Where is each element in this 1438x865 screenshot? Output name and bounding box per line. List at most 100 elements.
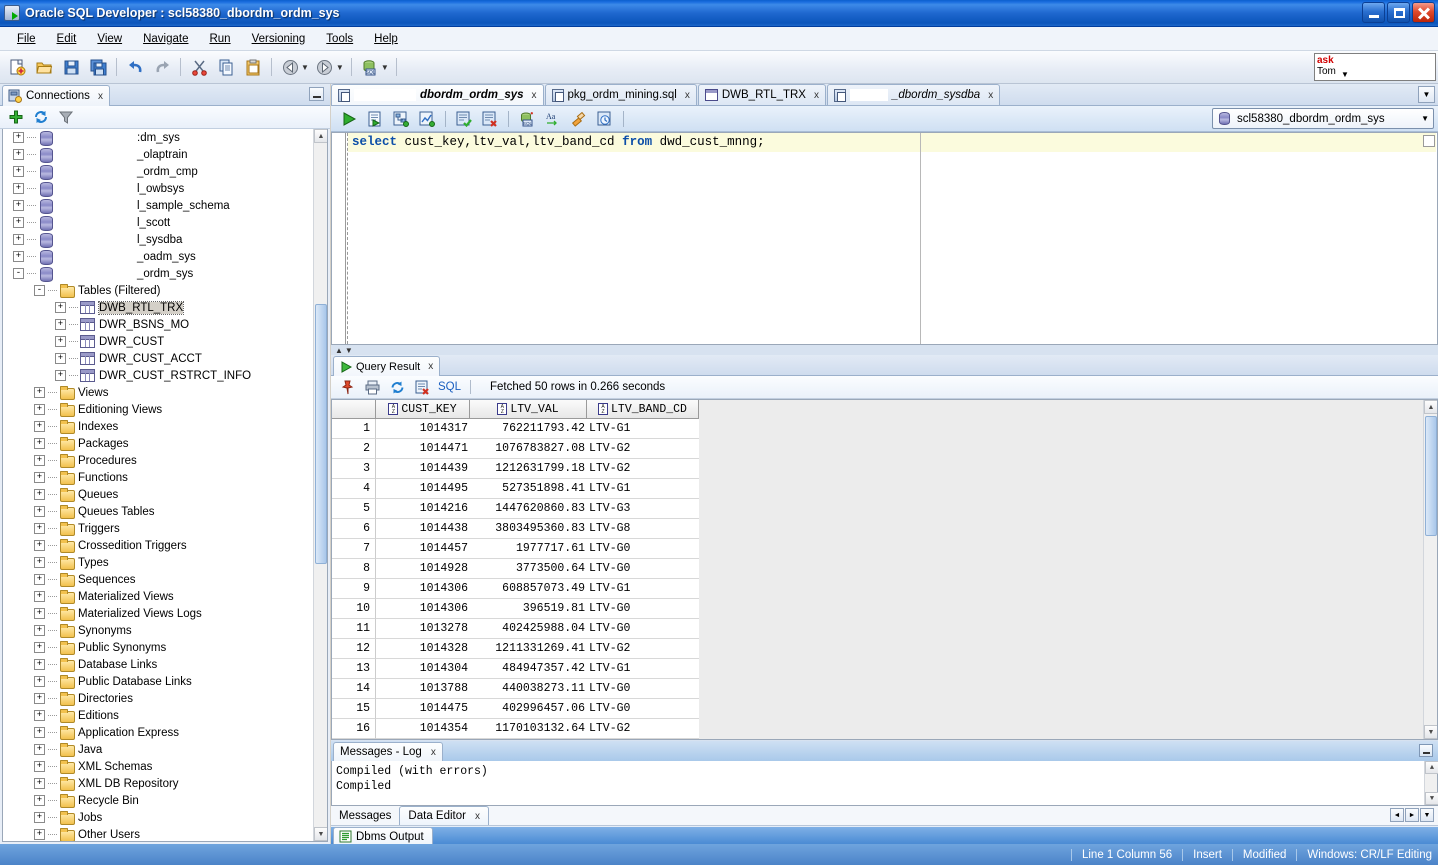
tab-query-result[interactable]: Query Result x [333, 356, 440, 376]
connections-tree[interactable]: +:dm_sys+_olaptrain+_ordm_cmp+l_owbsys+l… [2, 129, 328, 842]
back-arrow-icon[interactable] [277, 55, 303, 80]
tree-item-recycle-bin[interactable]: +Recycle Bin [3, 792, 327, 809]
cell-ltv-val[interactable]: 1212631799.18 [470, 459, 587, 479]
tree-item-xml-db-repository[interactable]: +XML DB Repository [3, 775, 327, 792]
sql-text[interactable]: select cust_key,ltv_val,ltv_band_cd from… [352, 135, 1437, 151]
cell-ltv-val[interactable]: 1977717.61 [470, 539, 587, 559]
tree-expander[interactable]: + [34, 523, 45, 534]
tree-expander[interactable]: + [55, 353, 66, 364]
tree-item-triggers[interactable]: +Triggers [3, 520, 327, 537]
tree-item-public-synonyms[interactable]: +Public Synonyms [3, 639, 327, 656]
cell-ltv-val[interactable]: 608857073.49 [470, 579, 587, 599]
tree-item-crossedition-triggers[interactable]: +Crossedition Triggers [3, 537, 327, 554]
back-dropdown-caret[interactable]: ▼ [301, 63, 309, 72]
open-folder-icon[interactable] [31, 55, 57, 80]
tree-item-directories[interactable]: +Directories [3, 690, 327, 707]
tree-expander[interactable]: + [55, 319, 66, 330]
cell-ltv-val[interactable]: 1170103132.64 [470, 719, 587, 739]
tree-expander[interactable]: + [55, 370, 66, 381]
cell-ltv-band-cd[interactable]: LTV-G8 [587, 519, 699, 539]
cell-cust-key[interactable]: 1014928 [376, 559, 470, 579]
connections-tab-close[interactable]: x [98, 91, 103, 102]
unshared-worksheet-icon[interactable]: SQL [515, 108, 539, 130]
cell-cust-key[interactable]: 1014216 [376, 499, 470, 519]
log-tab-close[interactable]: x [431, 747, 436, 758]
table-row[interactable]: 1210143281211331269.41LTV-G2 [332, 639, 699, 659]
connection-selector[interactable]: scl58380_dbordm_ordm_sys ▼ [1212, 108, 1434, 129]
chevron-down-icon[interactable]: ▼ [1421, 114, 1429, 123]
cell-cust-key[interactable]: 1014439 [376, 459, 470, 479]
tab-pkg-ordm-mining[interactable]: pkg_ordm_mining.sql x [545, 84, 697, 105]
cell-ltv-val[interactable]: 396519.81 [470, 599, 587, 619]
tree-expander[interactable]: + [13, 234, 24, 245]
result-tab-close[interactable]: x [428, 361, 433, 372]
cancel-icon[interactable] [412, 378, 432, 397]
cell-ltv-band-cd[interactable]: LTV-G2 [587, 459, 699, 479]
cell-ltv-band-cd[interactable]: LTV-G1 [587, 419, 699, 439]
tree-expander[interactable]: + [34, 795, 45, 806]
tree-item-dwr-cust-rstrct-info[interactable]: +DWR_CUST_RSTRCT_INFO [3, 367, 327, 384]
cell-ltv-val[interactable]: 1447620860.83 [470, 499, 587, 519]
log-panel-minimize[interactable] [1419, 744, 1433, 757]
explain-plan-icon[interactable] [389, 108, 413, 130]
cell-ltv-val[interactable]: 169047.27 [470, 739, 587, 740]
table-row[interactable]: 101014306396519.81LTV-G0 [332, 599, 699, 619]
cell-ltv-val[interactable]: 1211331269.41 [470, 639, 587, 659]
splitter-down-arrow[interactable]: ▼ [345, 347, 353, 355]
tab-dbordm-ordm-sys[interactable]: dbordm_ordm_sys x [331, 84, 544, 105]
table-row[interactable]: 710144571977717.61LTV-G0 [332, 539, 699, 559]
tree-scroll-thumb[interactable] [315, 304, 327, 564]
tree-item-queues-tables[interactable]: +Queues Tables [3, 503, 327, 520]
tree-scroll-down-button[interactable]: ▼ [314, 827, 328, 841]
tree-expander[interactable]: + [34, 727, 45, 738]
column-header-ltv-band-cd[interactable]: AZ LTV_BAND_CD [587, 400, 699, 419]
tab-close[interactable]: x [988, 90, 993, 101]
menu-edit[interactable]: Edit [48, 30, 86, 48]
tab-close[interactable]: x [814, 90, 819, 101]
tab-close[interactable]: x [532, 90, 537, 101]
tree-item-java[interactable]: +Java [3, 741, 327, 758]
run-statement-icon[interactable] [337, 108, 361, 130]
undo-icon[interactable] [122, 55, 148, 80]
tree-item-l-sample-schema[interactable]: +l_sample_schema [3, 197, 327, 214]
cell-cust-key[interactable]: 1014306 [376, 599, 470, 619]
tab-data-editor[interactable]: Data Editor x [399, 806, 489, 825]
tree-item-ordm-cmp[interactable]: +_ordm_cmp [3, 163, 327, 180]
tree-item-dwr-bsns-mo[interactable]: +DWR_BSNS_MO [3, 316, 327, 333]
column-header-ltv-val[interactable]: AZ LTV_VAL [470, 400, 587, 419]
column-header-cust-key[interactable]: AZ CUST_KEY [376, 400, 470, 419]
tab-messages-log[interactable]: Messages - Log x [333, 742, 443, 761]
tree-expander[interactable]: + [34, 387, 45, 398]
to-upper-lower-icon[interactable]: Aa [541, 108, 565, 130]
save-all-icon[interactable] [85, 55, 111, 80]
cell-cust-key[interactable]: 1014457 [376, 539, 470, 559]
tab-dbordm-sysdba[interactable]: _dbordm_sysdba x [827, 84, 1000, 105]
ask-tom-search-box[interactable]: ask Tom ▼ [1314, 53, 1436, 81]
cell-ltv-band-cd[interactable]: LTV-G2 [587, 639, 699, 659]
new-icon[interactable] [4, 55, 30, 80]
tree-item-public-database-links[interactable]: +Public Database Links [3, 673, 327, 690]
tree-expander[interactable]: + [34, 574, 45, 585]
tree-expander[interactable]: - [13, 268, 24, 279]
refresh-icon[interactable] [387, 378, 407, 397]
cell-ltv-band-cd[interactable]: LTV-G0 [587, 599, 699, 619]
cell-cust-key[interactable]: 1014328 [376, 639, 470, 659]
commit-icon[interactable] [452, 108, 476, 130]
table-row[interactable]: 1610143541170103132.64LTV-G2 [332, 719, 699, 739]
tree-item-editioning-views[interactable]: +Editioning Views [3, 401, 327, 418]
tree-item-l-scott[interactable]: +l_scott [3, 214, 327, 231]
tree-item-ordm-sys[interactable]: -_ordm_sys [3, 265, 327, 282]
minimize-button[interactable] [1362, 2, 1385, 23]
tree-expander[interactable]: + [13, 251, 24, 262]
tree-item-dwr-cust-acct[interactable]: +DWR_CUST_ACCT [3, 350, 327, 367]
tree-expander[interactable]: + [34, 438, 45, 449]
menu-versioning[interactable]: Versioning [243, 30, 315, 48]
table-row[interactable]: 610144383803495360.83LTV-G8 [332, 519, 699, 539]
cell-cust-key[interactable]: 1014438 [376, 519, 470, 539]
paste-icon[interactable] [240, 55, 266, 80]
tree-expander[interactable]: + [34, 829, 45, 840]
log-scroll-down-button[interactable]: ▼ [1425, 792, 1438, 805]
tree-item-synonyms[interactable]: +Synonyms [3, 622, 327, 639]
cell-ltv-val[interactable]: 527351898.41 [470, 479, 587, 499]
tree-vertical-scrollbar[interactable]: ▲ ▼ [313, 129, 327, 841]
